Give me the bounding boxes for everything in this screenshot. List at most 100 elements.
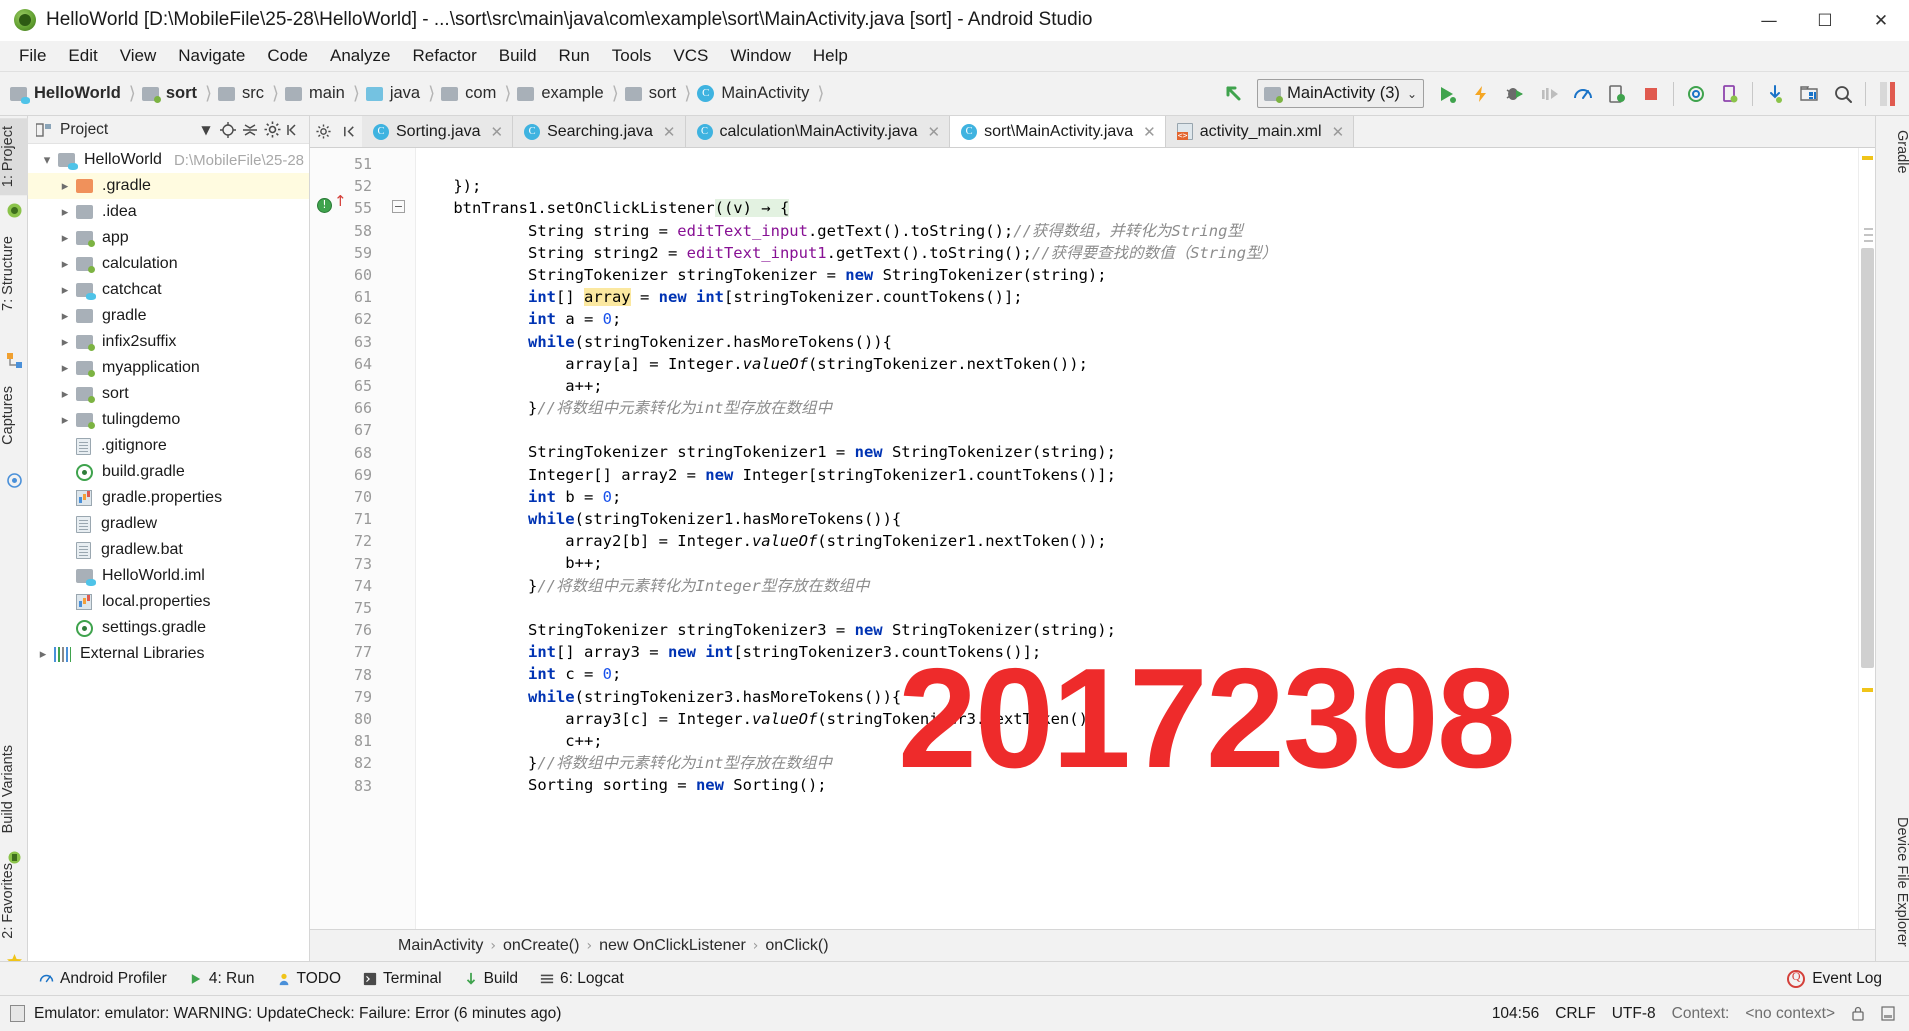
close-icon[interactable]: ✕ <box>663 123 676 141</box>
layout-inspector-icon[interactable] <box>1792 77 1826 111</box>
menu-build[interactable]: Build <box>488 43 548 69</box>
fold-region-icon[interactable]: − <box>392 200 405 213</box>
breadcrumb-item-main[interactable]: main <box>285 84 345 103</box>
debug-icon[interactable] <box>1498 77 1532 111</box>
menu-help[interactable]: Help <box>802 43 859 69</box>
code-text[interactable]: }); btnTrans1.setOnClickListener((v) → {… <box>416 148 1875 929</box>
tree-node-gradlew[interactable]: gradlew <box>28 511 309 537</box>
close-button[interactable]: ✕ <box>1853 0 1909 41</box>
chevron-right-icon[interactable]: ▸ <box>54 179 76 194</box>
editor-breadcrumb-item-class[interactable]: MainActivity <box>398 937 483 955</box>
tree-node-calculation[interactable]: ▸ calculation <box>28 251 309 277</box>
hide-editor-tabs-icon[interactable] <box>336 116 362 147</box>
menu-code[interactable]: Code <box>256 43 319 69</box>
sidebar-item-favorites[interactable]: 2: Favorites <box>0 855 28 947</box>
tree-node-catchcat[interactable]: ▸ catchcat <box>28 277 309 303</box>
chevron-right-icon[interactable]: ▸ <box>54 205 76 220</box>
chevron-down-icon[interactable]: ▼ <box>195 119 217 141</box>
sidebar-item-captures[interactable]: Captures <box>0 378 28 453</box>
chevron-right-icon[interactable]: ▸ <box>54 309 76 324</box>
hide-window-icon[interactable] <box>283 119 305 141</box>
editor-scroll-thumb[interactable] <box>1861 248 1874 668</box>
tree-node-gitignore[interactable]: .gitignore <box>28 433 309 459</box>
bottom-item-logcat[interactable]: 6: Logcat <box>529 962 635 996</box>
breakpoint-icon[interactable] <box>317 198 332 213</box>
sidebar-item-device-file-explorer[interactable]: Device File Explorer <box>1876 807 1909 957</box>
editor-marker-scrollbar[interactable] <box>1858 148 1875 929</box>
sidebar-item-structure[interactable]: 7: Structure <box>0 228 28 319</box>
tree-node-infix2suffix[interactable]: ▸ infix2suffix <box>28 329 309 355</box>
code-editor[interactable]: 51 52 55 58 59 60 61 62 63 64 65 66 67 6… <box>310 148 1875 929</box>
avd-manager-icon[interactable] <box>1713 77 1747 111</box>
apply-changes-icon[interactable] <box>1464 77 1498 111</box>
search-everywhere-icon[interactable] <box>1826 77 1860 111</box>
tree-node-root[interactable]: ▾ HelloWorld D:\MobileFile\25-28 <box>28 147 309 173</box>
tree-node-local-properties[interactable]: local.properties <box>28 589 309 615</box>
tab-sort-mainactivity-java[interactable]: C sort\MainActivity.java ✕ <box>950 116 1166 147</box>
sidebar-item-gradle[interactable]: Gradle <box>1876 120 1909 184</box>
breadcrumb-item-src[interactable]: src <box>218 84 264 103</box>
tree-node-sort[interactable]: ▸ sort <box>28 381 309 407</box>
sync-gradle-icon[interactable] <box>1679 77 1713 111</box>
menu-vcs[interactable]: VCS <box>662 43 719 69</box>
bottom-item-android-profiler[interactable]: Android Profiler <box>28 962 178 996</box>
sdk-manager-icon[interactable] <box>1758 77 1792 111</box>
apply-code-changes-icon[interactable] <box>1532 77 1566 111</box>
memory-indicator-icon[interactable] <box>1871 77 1905 111</box>
chevron-right-icon[interactable]: ▸ <box>54 335 76 350</box>
menu-view[interactable]: View <box>109 43 168 69</box>
tree-node-idea[interactable]: ▸ .idea <box>28 199 309 225</box>
tree-node-settings-gradle[interactable]: settings.gradle <box>28 615 309 641</box>
tree-node-external-libraries[interactable]: ▸ External Libraries <box>28 641 309 667</box>
sidebar-item-build-variants[interactable]: Build Variants <box>0 737 28 841</box>
menu-file[interactable]: File <box>8 43 57 69</box>
chevron-right-icon[interactable]: ▸ <box>54 231 76 246</box>
locate-icon[interactable] <box>217 119 239 141</box>
chevron-right-icon[interactable]: ▸ <box>54 387 76 402</box>
attach-debugger-icon[interactable] <box>1600 77 1634 111</box>
menu-analyze[interactable]: Analyze <box>319 43 401 69</box>
maximize-button[interactable]: ☐ <box>1797 0 1853 41</box>
close-icon[interactable]: ✕ <box>1143 123 1156 141</box>
tab-activity-main-xml[interactable]: activity_main.xml ✕ <box>1165 116 1355 147</box>
chevron-down-icon[interactable]: ▾ <box>36 153 58 168</box>
collapse-all-icon[interactable] <box>239 119 261 141</box>
back-arrow-icon[interactable] <box>1217 77 1251 111</box>
menu-edit[interactable]: Edit <box>57 43 108 69</box>
bottom-item-terminal[interactable]: Terminal <box>352 962 453 996</box>
file-encoding[interactable]: UTF-8 <box>1612 1005 1656 1023</box>
menu-refactor[interactable]: Refactor <box>401 43 487 69</box>
chevron-right-icon[interactable]: ▸ <box>54 283 76 298</box>
close-icon[interactable]: ✕ <box>1332 123 1345 141</box>
profiler-icon[interactable] <box>1566 77 1600 111</box>
menu-run[interactable]: Run <box>548 43 601 69</box>
close-icon[interactable]: ✕ <box>928 123 941 141</box>
bottom-item-event-log[interactable]: Event Log <box>1776 962 1893 996</box>
status-message[interactable]: Emulator: emulator: WARNING: UpdateCheck… <box>34 1005 561 1023</box>
tree-node-helloworld-iml[interactable]: HelloWorld.iml <box>28 563 309 589</box>
context-value[interactable]: <no context> <box>1745 1005 1835 1023</box>
menu-window[interactable]: Window <box>719 43 801 69</box>
menu-navigate[interactable]: Navigate <box>167 43 256 69</box>
tab-calculation-mainactivity-java[interactable]: C calculation\MainActivity.java ✕ <box>685 116 951 147</box>
chevron-right-icon[interactable]: ▸ <box>32 647 54 662</box>
bottom-item-run[interactable]: 4: Run <box>178 962 266 996</box>
chevron-right-icon[interactable]: ▸ <box>54 257 76 272</box>
tab-settings-gear-icon[interactable] <box>310 116 336 147</box>
breadcrumb-item-sort-module[interactable]: sort <box>141 84 197 103</box>
editor-breadcrumb-item-listener[interactable]: new OnClickListener <box>599 937 746 955</box>
chevron-right-icon[interactable]: ▸ <box>54 413 76 428</box>
close-icon[interactable]: ✕ <box>491 123 504 141</box>
tree-node-myapplication[interactable]: ▸ myapplication <box>28 355 309 381</box>
tab-sorting-java[interactable]: C Sorting.java ✕ <box>362 116 514 147</box>
breadcrumb-item-example[interactable]: example <box>517 84 604 103</box>
chevron-right-icon[interactable]: ▸ <box>54 361 76 376</box>
tree-node-app[interactable]: ▸ app <box>28 225 309 251</box>
tree-node-gradle-dir[interactable]: ▸ .gradle <box>28 173 309 199</box>
lock-icon[interactable] <box>1851 1006 1865 1021</box>
menu-tools[interactable]: Tools <box>601 43 663 69</box>
line-separator[interactable]: CRLF <box>1555 1005 1595 1023</box>
tree-node-gradle-properties[interactable]: gradle.properties <box>28 485 309 511</box>
breadcrumb-item-java[interactable]: java <box>365 84 420 103</box>
tree-node-tulingdemo[interactable]: ▸ tulingdemo <box>28 407 309 433</box>
